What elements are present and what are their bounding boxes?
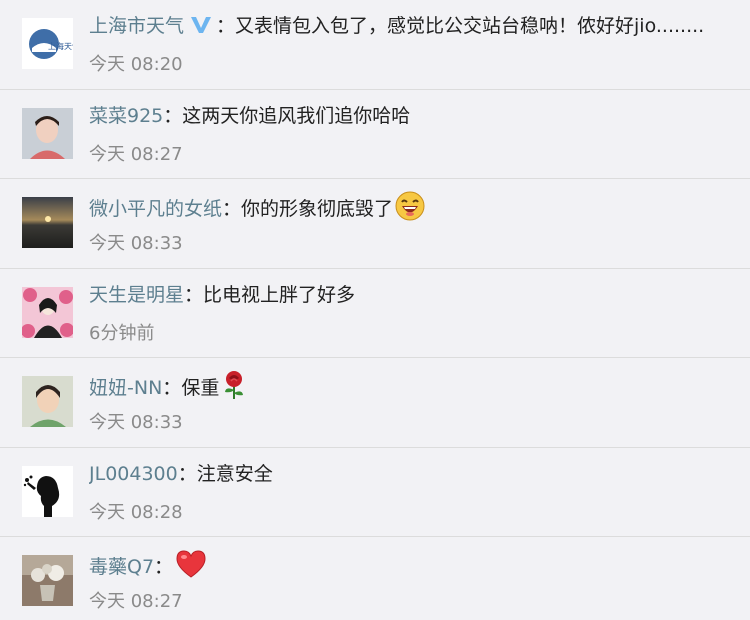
comment-item[interactable]: JL004300：注意安全 今天 08:28 [0, 448, 750, 537]
comment-text: 又表情包入包了，感觉比公交站台稳呐！侬好好jio........ [235, 15, 705, 37]
avatar-logo-text: 上海天气 [48, 41, 73, 51]
colon: ： [162, 377, 182, 399]
avatar[interactable] [22, 465, 73, 517]
comment-text: 你的形象彻底毁了 [241, 198, 394, 220]
comment-text: 注意安全 [196, 462, 273, 485]
comment-item[interactable]: 毒藥Q7： 今天 08:27 [0, 537, 750, 620]
timestamp: 今天 08:27 [89, 591, 183, 612]
username[interactable]: 天生是明星 [89, 284, 184, 306]
comment-item[interactable]: 妞妞-NN：保重 今天 08:33 [0, 358, 750, 448]
timestamp: 今天 08:28 [89, 501, 183, 523]
timestamp: 今天 08:20 [89, 54, 183, 75]
laughing-face-emoji-icon [395, 191, 425, 229]
timestamp: 6分钟前 [89, 322, 155, 344]
timestamp: 今天 08:27 [89, 143, 183, 165]
comment-item[interactable]: 天生是明星：比电视上胖了好多 6分钟前 [0, 269, 750, 358]
red-heart-emoji-icon [175, 549, 207, 587]
colon: ： [154, 556, 174, 578]
comment-item[interactable]: 微小平凡的女纸：你的形象彻底毁了 今天 08:33 [0, 179, 750, 269]
avatar[interactable] [22, 197, 73, 248]
timestamp: 今天 08:33 [89, 233, 183, 254]
rose-emoji-icon [221, 370, 247, 408]
username[interactable]: 毒藥Q7 [89, 556, 154, 578]
timestamp: 今天 08:33 [89, 412, 183, 433]
avatar[interactable] [22, 555, 73, 606]
username[interactable]: 上海市天气 [89, 15, 184, 37]
comment-item[interactable]: 上海天气 上海市天气 ：又表情包入包了，感觉比公交站台稳呐！侬好好jio.....… [0, 0, 750, 90]
comment-text: 比电视上胖了好多 [203, 283, 356, 306]
comment-item[interactable]: 菜菜925：这两天你追风我们追你哈哈 今天 08:27 [0, 90, 750, 179]
avatar[interactable] [22, 286, 73, 338]
comment-text: 保重 [181, 377, 220, 399]
colon: ： [163, 104, 183, 127]
comment-list: 上海天气 上海市天气：又表情包入包了，感觉比公交站台稳呐！侬好好jio.....… [0, 0, 750, 620]
colon: ： [222, 198, 242, 220]
verified-badge-icon [190, 14, 212, 42]
avatar[interactable]: 上海天气 [22, 18, 73, 69]
username[interactable]: JL004300 [89, 463, 178, 485]
username[interactable]: 菜菜925 [89, 105, 163, 127]
username[interactable]: 妞妞-NN [89, 377, 162, 399]
comment-text: 这两天你追风我们追你哈哈 [182, 104, 411, 127]
username[interactable]: 微小平凡的女纸 [89, 198, 222, 220]
avatar[interactable] [22, 376, 73, 427]
colon: ： [177, 462, 197, 485]
colon: ： [216, 15, 236, 37]
colon: ： [184, 283, 204, 306]
avatar[interactable] [22, 107, 73, 159]
